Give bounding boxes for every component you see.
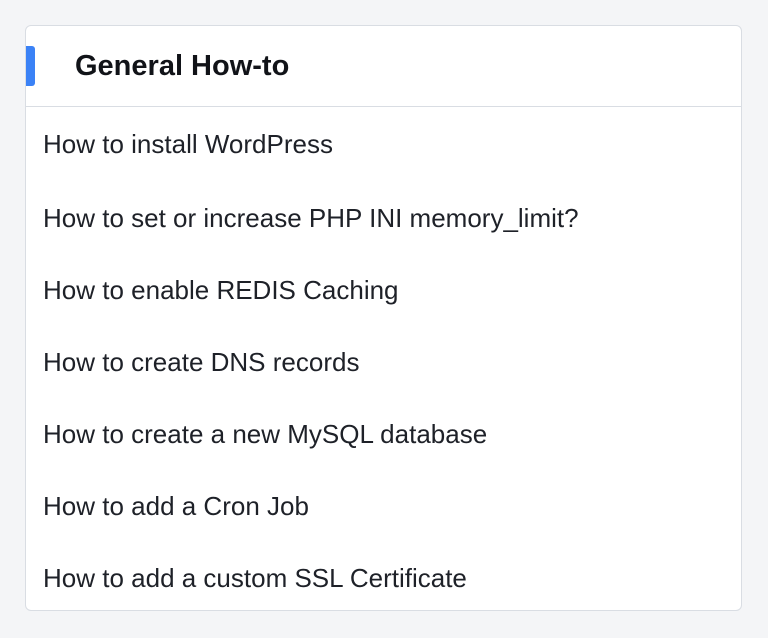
accent-bar xyxy=(26,46,35,86)
list-item: How to set or increase PHP INI memory_li… xyxy=(26,182,741,254)
list-item: How to create a new MySQL database xyxy=(26,398,741,470)
list-item: How to create DNS records xyxy=(26,326,741,398)
list-item: How to enable REDIS Caching xyxy=(26,254,741,326)
link-php-memory-limit[interactable]: How to set or increase PHP INI memory_li… xyxy=(43,203,579,233)
link-redis-caching[interactable]: How to enable REDIS Caching xyxy=(43,275,399,305)
link-install-wordpress[interactable]: How to install WordPress xyxy=(43,129,333,159)
list-item: How to install WordPress xyxy=(26,107,741,182)
list-item: How to add a Cron Job xyxy=(26,470,741,542)
how-to-link-list: How to install WordPress How to set or i… xyxy=(26,107,741,610)
link-ssl-certificate[interactable]: How to add a custom SSL Certificate xyxy=(43,563,467,593)
card-title: General How-to xyxy=(75,50,290,82)
link-dns-records[interactable]: How to create DNS records xyxy=(43,347,359,377)
list-item: How to add a custom SSL Certificate xyxy=(26,542,741,610)
link-mysql-database[interactable]: How to create a new MySQL database xyxy=(43,419,487,449)
how-to-card: General How-to How to install WordPress … xyxy=(25,25,742,611)
card-header: General How-to xyxy=(26,26,741,107)
link-cron-job[interactable]: How to add a Cron Job xyxy=(43,491,309,521)
